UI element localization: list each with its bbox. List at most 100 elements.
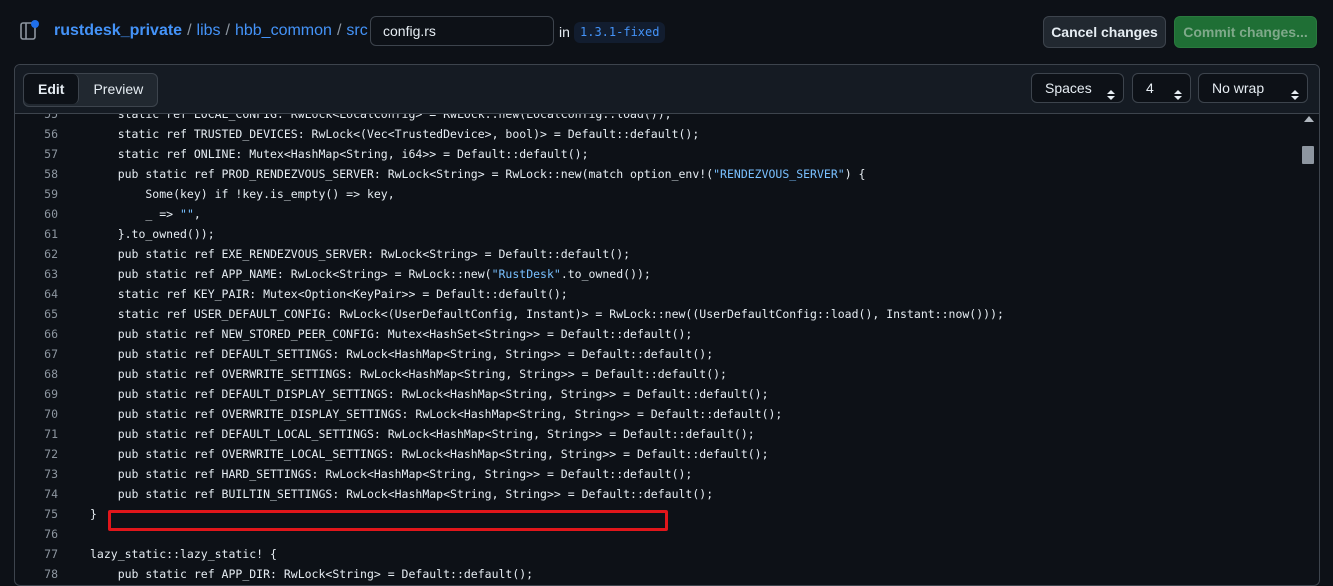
line-text: pub static ref APP_DIR: RwLock<String> =…: [90, 564, 533, 584]
code-line[interactable]: 76: [15, 524, 1299, 544]
wrap-mode-value: No wrap: [1212, 80, 1265, 96]
code-token: pub static ref OVERWRITE_DISPLAY_SETTING…: [90, 407, 783, 421]
code-token: }: [90, 507, 97, 521]
editor-mode-tabs: Edit Preview: [23, 73, 159, 107]
line-text: pub static ref APP_NAME: RwLock<String> …: [90, 264, 651, 284]
code-line[interactable]: 65 static ref USER_DEFAULT_CONFIG: RwLoc…: [15, 304, 1299, 324]
filename-input[interactable]: [370, 16, 554, 46]
code-line[interactable]: 61 }.to_owned());: [15, 224, 1299, 244]
breadcrumb-src-link[interactable]: src: [346, 22, 367, 40]
line-number: 62: [44, 247, 58, 261]
line-text: static ref LOCAL_CONFIG: RwLock<LocalCon…: [90, 114, 672, 124]
line-text: pub static ref EXE_RENDEZVOUS_SERVER: Rw…: [90, 244, 630, 264]
line-text: }.to_owned());: [90, 224, 215, 244]
line-text: pub static ref BUILTIN_SETTINGS: RwLock<…: [90, 484, 713, 504]
string-literal: "RustDesk": [491, 267, 561, 281]
breadcrumb: rustdesk_private / libs / hbb_common / s…: [54, 22, 377, 40]
line-text: static ref TRUSTED_DEVICES: RwLock<(Vec<…: [90, 124, 700, 144]
code-editor[interactable]: 55 static ref LOCAL_CONFIG: RwLock<Local…: [15, 114, 1299, 584]
code-token: static ref ONLINE: Mutex<HashMap<String,…: [90, 147, 589, 161]
breadcrumb-separator: /: [336, 22, 342, 39]
scroll-up-arrow-icon[interactable]: [1304, 116, 1314, 122]
line-text: pub static ref OVERWRITE_DISPLAY_SETTING…: [90, 404, 783, 424]
code-token: }.to_owned());: [90, 227, 215, 241]
tab-preview[interactable]: Preview: [79, 74, 157, 104]
editor-toolbar: Edit Preview Spaces 4 No wrap: [15, 65, 1319, 114]
code-line[interactable]: 67 pub static ref DEFAULT_SETTINGS: RwLo…: [15, 344, 1299, 364]
code-line[interactable]: 60 _ => "",: [15, 204, 1299, 224]
code-line[interactable]: 59 Some(key) if !key.is_empty() => key,: [15, 184, 1299, 204]
code-token: pub static ref DEFAULT_LOCAL_SETTINGS: R…: [90, 427, 755, 441]
code-token: static ref TRUSTED_DEVICES: RwLock<(Vec<…: [90, 127, 700, 141]
line-text: pub static ref DEFAULT_LOCAL_SETTINGS: R…: [90, 424, 755, 444]
breadcrumb-libs-link[interactable]: libs: [197, 22, 221, 40]
code-line[interactable]: 73 pub static ref HARD_SETTINGS: RwLock<…: [15, 464, 1299, 484]
indent-size-select[interactable]: 4: [1132, 73, 1191, 103]
code-line[interactable]: 63 pub static ref APP_NAME: RwLock<Strin…: [15, 264, 1299, 284]
line-number: 59: [44, 187, 58, 201]
code-token: pub static ref DEFAULT_DISPLAY_SETTINGS:…: [90, 387, 769, 401]
line-number: 72: [44, 447, 58, 461]
code-line[interactable]: 77 lazy_static::lazy_static! {: [15, 544, 1299, 564]
line-number: 70: [44, 407, 58, 421]
line-text: static ref KEY_PAIR: Mutex<Option<KeyPai…: [90, 284, 568, 304]
code-token: pub static ref EXE_RENDEZVOUS_SERVER: Rw…: [90, 247, 631, 261]
indent-mode-value: Spaces: [1045, 80, 1092, 96]
line-number: 68: [44, 367, 58, 381]
indent-size-value: 4: [1146, 80, 1154, 96]
commit-changes-button[interactable]: Commit changes...: [1174, 16, 1317, 48]
line-text: _ => "",: [90, 204, 200, 224]
code-token: pub static ref DEFAULT_SETTINGS: RwLock<…: [90, 347, 714, 361]
line-number: 69: [44, 387, 58, 401]
line-text: pub static ref HARD_SETTINGS: RwLock<Has…: [90, 464, 693, 484]
tab-edit[interactable]: Edit: [24, 74, 80, 104]
code-line[interactable]: 68 pub static ref OVERWRITE_SETTINGS: Rw…: [15, 364, 1299, 384]
line-number: 55: [44, 114, 58, 121]
code-line[interactable]: 66 pub static ref NEW_STORED_PEER_CONFIG…: [15, 324, 1299, 344]
code-line[interactable]: 57 static ref ONLINE: Mutex<HashMap<Stri…: [15, 144, 1299, 164]
code-line[interactable]: 70 pub static ref OVERWRITE_DISPLAY_SETT…: [15, 404, 1299, 424]
breadcrumb-hbb-common-link[interactable]: hbb_common: [235, 22, 332, 40]
line-number: 64: [44, 287, 58, 301]
line-number: 78: [44, 567, 58, 581]
indent-mode-select[interactable]: Spaces: [1031, 73, 1124, 103]
code-line[interactable]: 56 static ref TRUSTED_DEVICES: RwLock<(V…: [15, 124, 1299, 144]
line-number: 67: [44, 347, 58, 361]
code-lines: 55 static ref LOCAL_CONFIG: RwLock<Local…: [15, 114, 1299, 584]
editor-scrollbar[interactable]: [1300, 114, 1317, 584]
code-token: .to_owned());: [560, 267, 651, 281]
line-text: pub static ref OVERWRITE_SETTINGS: RwLoc…: [90, 364, 727, 384]
line-number: 63: [44, 267, 58, 281]
code-line[interactable]: 75}: [15, 504, 1299, 524]
breadcrumb-repo-link[interactable]: rustdesk_private: [54, 22, 182, 40]
code-token: Some(key) if !key.is_empty() => key,: [90, 187, 395, 201]
code-line[interactable]: 69 pub static ref DEFAULT_DISPLAY_SETTIN…: [15, 384, 1299, 404]
code-line[interactable]: 64 static ref KEY_PAIR: Mutex<Option<Key…: [15, 284, 1299, 304]
line-number: 74: [44, 487, 58, 501]
file-tree-toggle-icon[interactable]: [20, 20, 40, 42]
code-line[interactable]: 74 pub static ref BUILTIN_SETTINGS: RwLo…: [15, 484, 1299, 504]
code-line[interactable]: 78 pub static ref APP_DIR: RwLock<String…: [15, 564, 1299, 584]
cancel-changes-button[interactable]: Cancel changes: [1043, 16, 1166, 48]
scroll-thumb[interactable]: [1302, 146, 1314, 164]
code-line[interactable]: 72 pub static ref OVERWRITE_LOCAL_SETTIN…: [15, 444, 1299, 464]
line-text: pub static ref NEW_STORED_PEER_CONFIG: M…: [90, 324, 693, 344]
code-token: pub static ref OVERWRITE_SETTINGS: RwLoc…: [90, 367, 727, 381]
line-text: lazy_static::lazy_static! {: [90, 544, 277, 564]
line-text: pub static ref DEFAULT_DISPLAY_SETTINGS:…: [90, 384, 769, 404]
line-number: 75: [44, 507, 58, 521]
code-line[interactable]: 55 static ref LOCAL_CONFIG: RwLock<Local…: [15, 114, 1299, 124]
select-caret-icon: [1174, 82, 1182, 100]
top-bar: rustdesk_private / libs / hbb_common / s…: [0, 0, 1333, 64]
line-text: pub static ref OVERWRITE_LOCAL_SETTINGS:…: [90, 444, 769, 464]
code-token: lazy_static::lazy_static! {: [90, 547, 277, 561]
code-token: pub static ref NEW_STORED_PEER_CONFIG: M…: [90, 327, 693, 341]
code-line[interactable]: 62 pub static ref EXE_RENDEZVOUS_SERVER:…: [15, 244, 1299, 264]
wrap-mode-select[interactable]: No wrap: [1198, 73, 1308, 103]
code-line[interactable]: 71 pub static ref DEFAULT_LOCAL_SETTINGS…: [15, 424, 1299, 444]
line-text: static ref USER_DEFAULT_CONFIG: RwLock<(…: [90, 304, 1004, 324]
code-line[interactable]: 58 pub static ref PROD_RENDEZVOUS_SERVER…: [15, 164, 1299, 184]
line-number: 60: [44, 207, 58, 221]
line-number: 61: [44, 227, 58, 241]
code-token: static ref KEY_PAIR: Mutex<Option<KeyPai…: [90, 287, 568, 301]
